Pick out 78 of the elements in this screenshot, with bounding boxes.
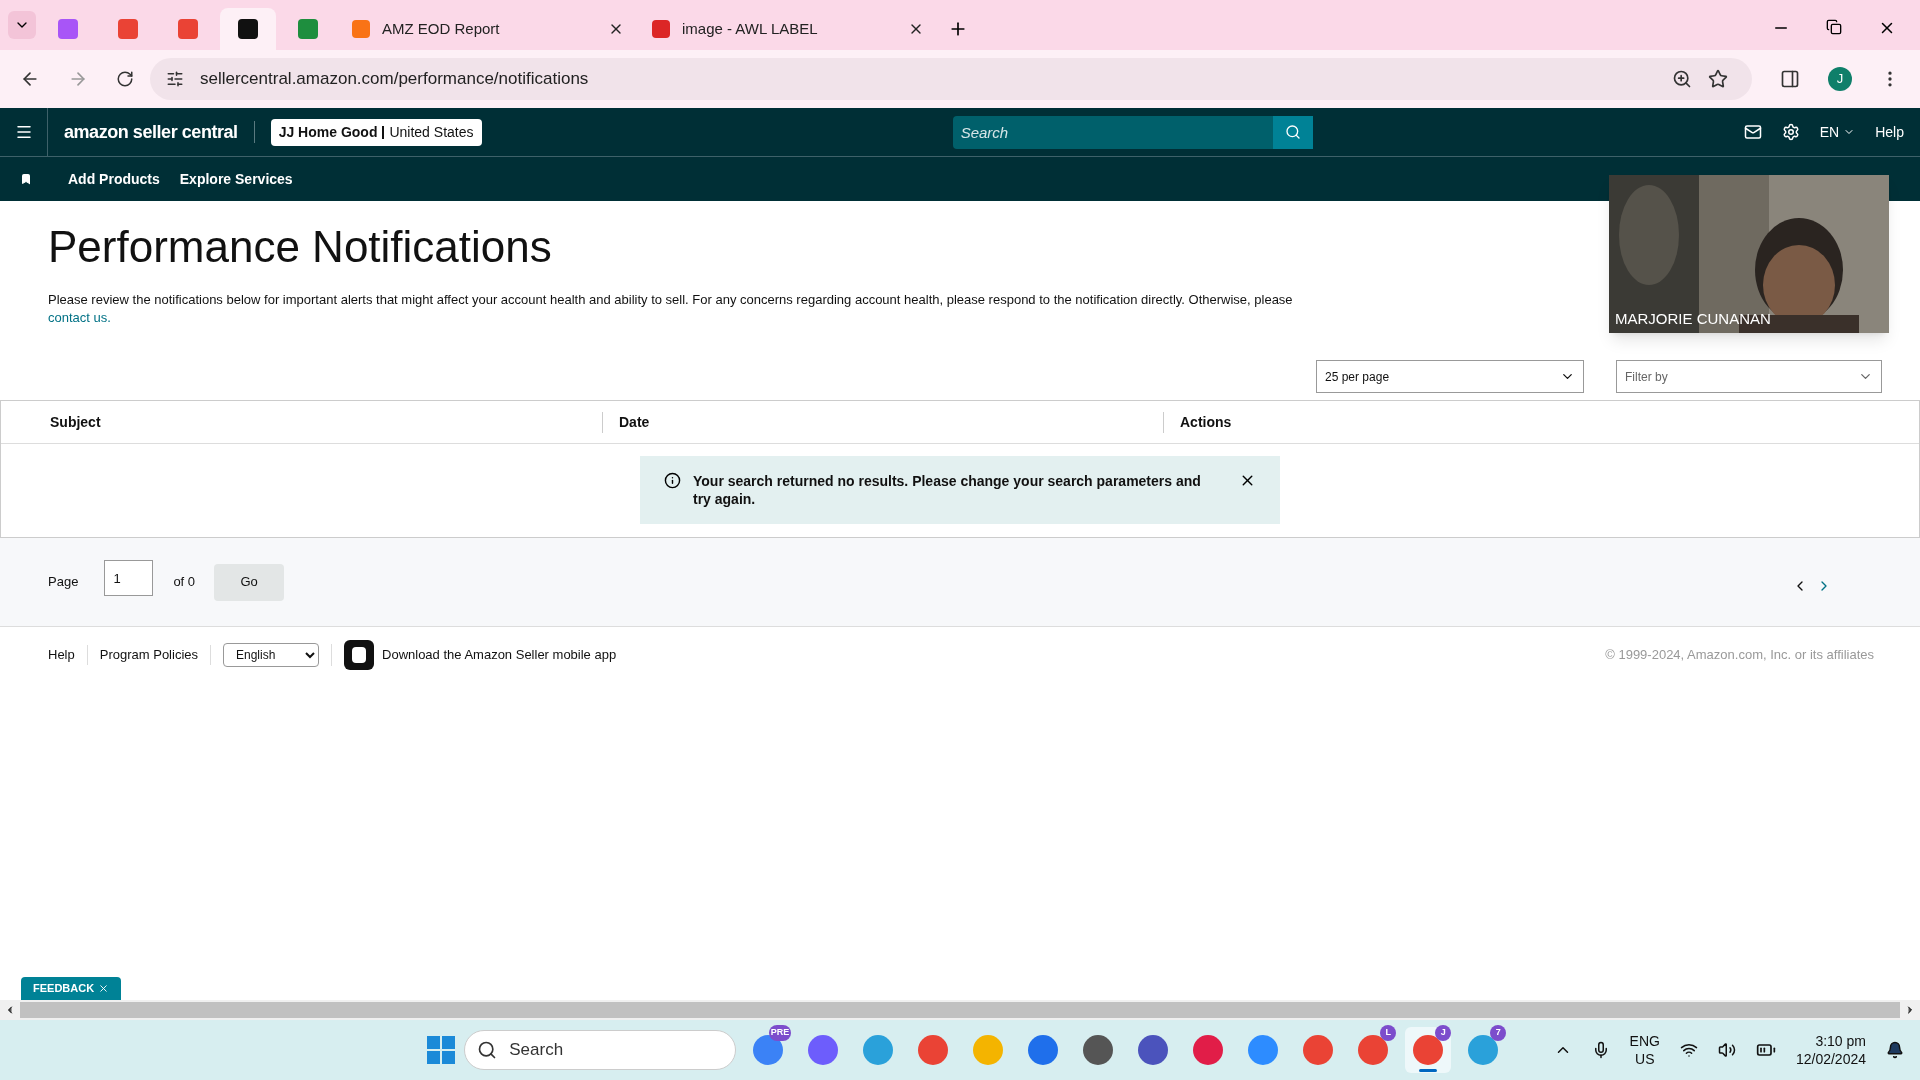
taskbar-app[interactable]: PRE <box>745 1027 792 1073</box>
taskbar-search[interactable]: Search <box>464 1030 737 1070</box>
site-icon <box>352 20 370 38</box>
alert-message: Your search returned no results. Please change your search parameters and try again. <box>693 472 1202 508</box>
site-icon <box>298 19 318 39</box>
volume-icon <box>1717 1041 1736 1059</box>
site-icon <box>118 19 138 39</box>
browser-tab[interactable]: AMZ EOD Report <box>340 8 636 50</box>
search-icon <box>477 1040 498 1060</box>
go-button[interactable]: Go <box>214 563 285 601</box>
language-indicator[interactable]: ENG <box>1629 1032 1660 1050</box>
region-indicator[interactable]: US <box>1635 1050 1655 1068</box>
reload-icon[interactable] <box>116 70 134 88</box>
tab-title: AMZ EOD Report <box>382 18 501 39</box>
info-icon <box>664 472 681 489</box>
restore-icon[interactable] <box>1826 19 1842 35</box>
tab-search-button[interactable] <box>8 11 36 39</box>
app-badge: 7 <box>1490 1025 1507 1041</box>
mail-icon[interactable] <box>1743 123 1762 141</box>
page-count: of 0 <box>173 573 196 592</box>
copyright: © 1999-2024, Amazon.com, Inc. or its affiliates <box>1605 646 1874 665</box>
settings-icon[interactable] <box>1781 123 1800 141</box>
bookmark-icon[interactable] <box>20 173 32 185</box>
nav-link[interactable]: Explore Services <box>179 168 293 190</box>
menu-icon[interactable] <box>14 123 33 141</box>
footer-link[interactable]: Help <box>48 645 88 665</box>
page-field[interactable]: 1 <box>104 560 154 596</box>
language-menu[interactable]: EN <box>1819 121 1856 143</box>
footer-link[interactable]: Program Policies <box>99 645 211 665</box>
horizontal-scrollbar[interactable] <box>0 1000 1920 1020</box>
nav-link[interactable]: Add Products <box>68 168 160 190</box>
search-field[interactable]: Search <box>952 115 1273 149</box>
browser-tab[interactable] <box>220 8 276 50</box>
clock-date[interactable]: 12/02/2024 <box>1795 1050 1866 1068</box>
app-download-link[interactable]: Download the Amazon Seller mobile app <box>382 645 617 665</box>
clock-time[interactable]: 3:10 pm <box>1815 1032 1866 1050</box>
taskbar-app[interactable]: 7 <box>1460 1027 1507 1073</box>
app-badge: PRE <box>768 1025 792 1041</box>
side-panel-icon[interactable] <box>1780 69 1800 89</box>
site-icon <box>58 19 78 39</box>
site-icon <box>238 19 258 39</box>
site-icon <box>178 19 198 39</box>
profile-avatar[interactable]: J <box>1828 67 1852 91</box>
participant-name: MARJORIE CUNANAN <box>1615 308 1771 329</box>
language-select[interactable]: English <box>223 643 319 667</box>
search-button[interactable] <box>1272 115 1313 149</box>
wifi-icon <box>1679 1041 1698 1059</box>
active-indicator <box>1419 1069 1438 1072</box>
seller-app-icon[interactable] <box>344 640 374 670</box>
filter-select[interactable]: Filter by <box>1616 360 1882 393</box>
page-title: Performance Notifications <box>48 225 553 269</box>
description: Please review the notifications below for important alerts that might affect your account health and ability to sell. For any concerns regarding account health, please respond to the notification directly. Otherwise, please contact us. <box>48 291 1293 327</box>
address-bar[interactable]: sellercentral.amazon.com/performance/notifications <box>150 58 1752 100</box>
close-icon <box>98 983 110 994</box>
column-header: Date <box>619 412 650 432</box>
page-label: Page <box>48 573 79 592</box>
contact-link[interactable]: contact us. <box>48 310 111 325</box>
column-header: Actions <box>1180 412 1232 432</box>
start-icon[interactable] <box>427 1036 456 1064</box>
logo[interactable]: amazon seller central <box>64 118 238 146</box>
browser-tab[interactable]: image - AWL LABEL <box>640 8 936 50</box>
tab-title: image - AWL LABEL <box>682 18 819 39</box>
notification-icon[interactable] <box>1886 1041 1904 1059</box>
taskbar-app[interactable]: J <box>1405 1027 1452 1073</box>
feedback-button[interactable]: FEEDBACK <box>21 977 122 1000</box>
help-link[interactable]: Help <box>1875 121 1904 143</box>
site-settings-icon <box>166 70 184 88</box>
app-badge: J <box>1435 1025 1452 1041</box>
site-icon <box>652 20 670 38</box>
app-badge: L <box>1380 1025 1397 1041</box>
column-header: Subject <box>50 412 101 432</box>
zoom-icon <box>1672 69 1692 89</box>
star-icon <box>1708 69 1728 89</box>
per-page-select[interactable]: 25 per page <box>1316 360 1584 393</box>
url-text: sellercentral.amazon.com/performance/notifications <box>200 68 590 91</box>
taskbar-app[interactable]: L <box>1350 1027 1397 1073</box>
search-icon <box>1284 124 1301 140</box>
store-selector[interactable]: JJ Home Good United States <box>270 118 482 146</box>
